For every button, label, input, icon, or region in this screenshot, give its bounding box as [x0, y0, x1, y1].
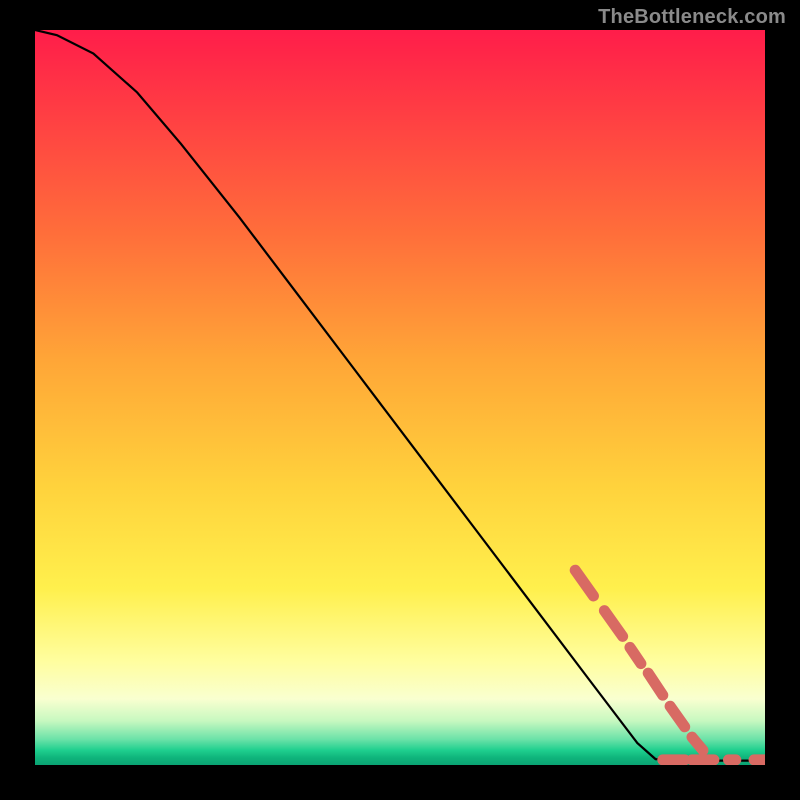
marker-dash [692, 737, 703, 750]
watermark-text: TheBottleneck.com [598, 6, 786, 29]
chart-overlay [35, 30, 765, 765]
plot-area [35, 30, 765, 765]
marker-dash [604, 611, 622, 637]
marker-dash [630, 647, 641, 663]
main-curve [35, 30, 765, 761]
marker-dash [648, 673, 663, 695]
marker-dash [575, 570, 593, 596]
chart-stage: TheBottleneck.com [0, 0, 800, 800]
marker-dash [670, 706, 685, 727]
marker-dashes [575, 570, 765, 760]
